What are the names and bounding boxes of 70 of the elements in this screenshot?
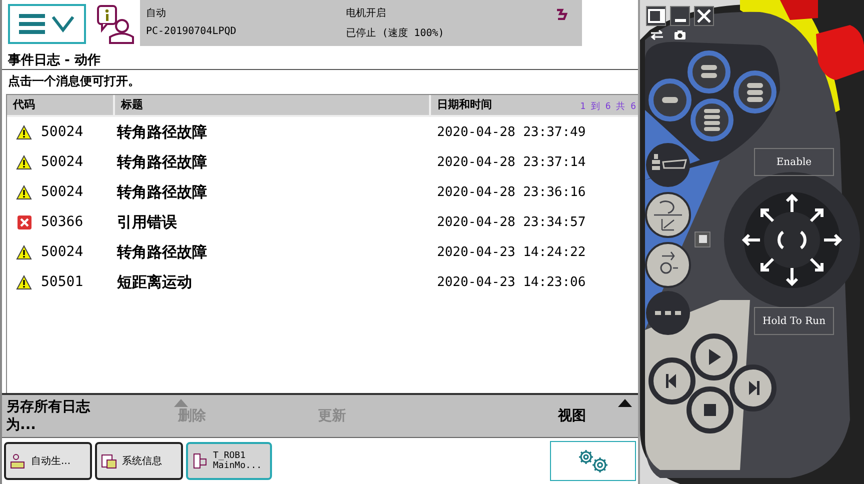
motor-status: 电机开启 xyxy=(346,6,387,20)
event-code: 50366 xyxy=(41,214,84,230)
enable-label: Enable xyxy=(754,148,834,176)
table-row[interactable]: 50024 转角路径故障 2020-04-28 23:37:49 xyxy=(7,117,638,147)
task-button[interactable]: 系统信息 xyxy=(95,442,183,480)
mechanical-unit-key[interactable] xyxy=(646,143,690,187)
table-row[interactable]: 50366 引用错误 2020-04-28 23:34:57 xyxy=(7,207,638,237)
robot-arm-icon xyxy=(556,8,568,20)
camera-icon[interactable] xyxy=(674,30,686,40)
page-title: 事件日志 - 动作 xyxy=(2,48,638,70)
event-code: 50024 xyxy=(41,244,84,260)
run-key[interactable] xyxy=(690,334,738,380)
status-panel[interactable]: 自动 PC-20190704LPQD 电机开启 已停止 (速度 100%) xyxy=(140,0,582,46)
restore-button[interactable] xyxy=(646,6,666,26)
event-title: 短距离运动 xyxy=(117,272,193,292)
task-icon xyxy=(10,453,26,469)
record-count: 1 到 6 共 6 xyxy=(580,100,636,113)
title-header[interactable]: 标题 xyxy=(115,95,431,117)
task-icon xyxy=(101,453,117,469)
event-code: 50024 xyxy=(41,124,84,140)
event-time: 2020-04-28 23:34:57 xyxy=(437,214,586,230)
programmable-key[interactable] xyxy=(646,291,690,335)
swap-icon[interactable] xyxy=(650,30,664,40)
task-button[interactable]: T_ROB1 MainMo... xyxy=(186,442,272,480)
emergency-stop-drawing[interactable] xyxy=(780,0,864,80)
run-status: 已停止 (速度 100%) xyxy=(346,26,446,40)
usb-port-icon xyxy=(694,232,710,248)
event-time: 2020-04-28 23:37:49 xyxy=(437,124,586,140)
menu-button[interactable] xyxy=(8,4,86,44)
menu-icon xyxy=(17,11,77,37)
jog-key[interactable] xyxy=(688,50,730,94)
table-row[interactable]: 50024 转角路径故障 2020-04-23 14:24:22 xyxy=(7,237,638,267)
event-time: 2020-04-28 23:36:16 xyxy=(437,184,586,200)
table-row[interactable]: 50024 转角路径故障 2020-04-28 23:36:16 xyxy=(7,177,638,207)
event-code: 50024 xyxy=(41,184,84,200)
event-code: 50024 xyxy=(41,154,84,170)
command-button[interactable]: 另存所有日志为... xyxy=(2,395,118,437)
command-button[interactable]: 视图 xyxy=(498,395,638,437)
controller-name: PC-20190704LPQD xyxy=(146,26,238,37)
table-row[interactable]: 50024 转角路径故障 2020-04-28 23:37:14 xyxy=(7,147,638,177)
event-title: 引用错误 xyxy=(117,212,178,232)
hold-to-run-label: Hold To Run xyxy=(754,307,834,335)
stop-key[interactable] xyxy=(686,386,734,434)
close-button[interactable] xyxy=(694,6,714,26)
info-person-icon[interactable] xyxy=(96,4,134,44)
jog-key[interactable] xyxy=(734,70,776,114)
minimize-button[interactable] xyxy=(670,6,690,26)
event-time: 2020-04-23 14:24:22 xyxy=(437,244,586,260)
gear-icon xyxy=(576,448,610,474)
event-title: 转角路径故障 xyxy=(117,182,208,202)
event-title: 转角路径故障 xyxy=(117,242,208,262)
event-title: 转角路径故障 xyxy=(117,122,208,142)
event-time: 2020-04-28 23:37:14 xyxy=(437,154,586,170)
jog-key[interactable] xyxy=(690,98,734,142)
step-back-key[interactable] xyxy=(648,358,696,404)
task-icon xyxy=(192,453,208,469)
motion-mode-key[interactable] xyxy=(645,192,691,238)
event-code: 50501 xyxy=(41,274,84,290)
quickset-button[interactable] xyxy=(550,441,636,481)
mode-text: 自动 xyxy=(146,7,167,20)
table-row[interactable]: 50501 短距离运动 2020-04-23 14:23:06 xyxy=(7,267,638,297)
joystick-arrows-icon[interactable] xyxy=(742,194,842,286)
task-button[interactable]: 自动生... xyxy=(4,442,92,480)
increment-key[interactable] xyxy=(645,242,691,288)
code-header[interactable]: 代码 xyxy=(7,95,115,117)
instruction-text: 点击一个消息便可打开。 xyxy=(7,73,141,90)
jog-key[interactable] xyxy=(648,78,692,122)
event-title: 转角路径故障 xyxy=(117,152,208,172)
step-forward-key[interactable] xyxy=(730,364,776,412)
event-time: 2020-04-23 14:23:06 xyxy=(437,274,586,290)
